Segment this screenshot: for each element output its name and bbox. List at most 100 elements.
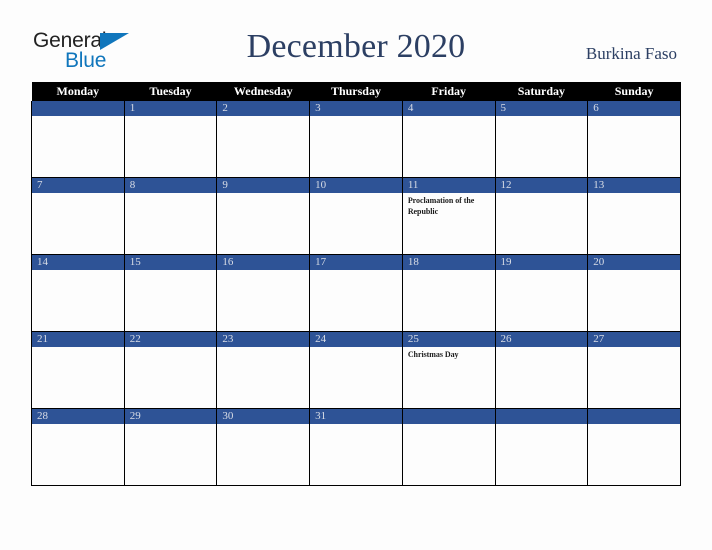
calendar-day-cell[interactable]: 4 (401, 101, 496, 178)
day-number: 14 (32, 255, 124, 270)
calendar-day-cell[interactable]: 21 (31, 331, 125, 409)
day-events (310, 193, 402, 196)
weekday-header-sunday: Sunday (587, 82, 681, 101)
day-events (588, 347, 680, 350)
calendar-day-cell[interactable] (31, 101, 125, 178)
day-number (495, 409, 588, 424)
calendar-day-cell[interactable]: 10 (309, 177, 403, 255)
day-number: 20 (588, 255, 680, 270)
day-cell-content: 29 (124, 409, 217, 485)
day-cell-content: 13 (588, 178, 680, 254)
calendar-day-cell[interactable]: 17 (309, 254, 403, 332)
calendar-day-cell[interactable]: 11 Proclamation of the Republic (401, 177, 496, 255)
calendar-day-cell[interactable]: 27 (587, 331, 681, 409)
day-number: 25 (402, 332, 495, 347)
day-number: 9 (217, 178, 310, 193)
page-header: General Blue December 2020 Burkina Faso (0, 0, 712, 78)
calendar-day-cell[interactable]: 20 (587, 254, 681, 332)
day-cell-content: 20 (588, 255, 680, 331)
day-events (32, 270, 124, 273)
calendar-day-cell[interactable]: 24 (309, 331, 403, 409)
calendar-day-cell[interactable]: 31 (309, 408, 403, 486)
weekday-header-tuesday: Tuesday (124, 82, 217, 101)
calendar-day-cell[interactable]: 14 (31, 254, 125, 332)
day-number: 10 (310, 178, 402, 193)
day-cell-content: 4 (402, 101, 495, 177)
day-events (125, 270, 217, 273)
calendar-day-cell[interactable]: 2 (216, 101, 311, 178)
day-cell-content: 11 Proclamation of the Republic (402, 178, 495, 254)
day-events (310, 424, 402, 427)
calendar-day-cell[interactable]: 3 (309, 101, 403, 178)
day-events (125, 424, 217, 427)
day-number: 19 (495, 255, 588, 270)
calendar-day-cell[interactable] (401, 408, 496, 486)
day-cell-content (588, 409, 680, 485)
day-events (588, 424, 680, 427)
weekday-header-wednesday: Wednesday (216, 82, 310, 101)
day-number: 1 (124, 101, 217, 116)
day-events (310, 347, 402, 350)
calendar-day-cell[interactable]: 5 (494, 101, 589, 178)
day-events (403, 116, 495, 119)
day-cell-content: 7 (32, 178, 124, 254)
day-cell-content: 6 (588, 101, 680, 177)
calendar-day-cell[interactable]: 25 Christmas Day (401, 331, 496, 409)
day-events (588, 116, 680, 119)
day-events (496, 193, 588, 196)
day-cell-content: 9 (217, 178, 310, 254)
calendar-day-cell[interactable]: 16 (216, 254, 311, 332)
day-cell-content: 24 (310, 332, 402, 408)
day-cell-content: 3 (310, 101, 402, 177)
calendar-day-cell[interactable]: 29 (123, 408, 218, 486)
day-number (588, 409, 680, 424)
day-cell-content: 30 (217, 409, 310, 485)
calendar-day-cell[interactable]: 6 (587, 101, 681, 178)
day-number (402, 409, 495, 424)
day-number (32, 101, 124, 116)
day-cell-content (32, 101, 124, 177)
calendar-day-cell[interactable] (494, 408, 589, 486)
calendar-day-cell[interactable]: 8 (123, 177, 218, 255)
day-number: 24 (310, 332, 402, 347)
day-number: 7 (32, 178, 124, 193)
day-number: 4 (402, 101, 495, 116)
day-cell-content: 17 (310, 255, 402, 331)
calendar-day-cell[interactable]: 19 (494, 254, 589, 332)
calendar-day-cell[interactable]: 28 (31, 408, 125, 486)
day-events (496, 424, 588, 427)
calendar-day-cell[interactable]: 26 (494, 331, 589, 409)
day-cell-content: 23 (217, 332, 310, 408)
day-events (217, 270, 309, 273)
calendar-day-cell[interactable]: 22 (123, 331, 218, 409)
calendar-week-row: 123456 (31, 101, 681, 178)
day-number: 23 (217, 332, 310, 347)
calendar-day-cell[interactable]: 15 (123, 254, 218, 332)
calendar-day-cell[interactable]: 12 (494, 177, 589, 255)
calendar-day-cell[interactable]: 1 (123, 101, 218, 178)
day-number: 15 (124, 255, 217, 270)
day-cell-content: 31 (310, 409, 402, 485)
day-number: 8 (124, 178, 217, 193)
day-events (217, 193, 309, 196)
day-number: 30 (217, 409, 310, 424)
day-number: 11 (402, 178, 495, 193)
calendar-body: 1 2 3 4 5 6 7 8 9 10 11 Proclamation of the Republi… (31, 101, 681, 486)
holiday-event: Christmas Day (407, 350, 459, 359)
calendar-day-cell[interactable] (587, 408, 681, 486)
day-cell-content (495, 409, 588, 485)
calendar-day-cell[interactable]: 30 (216, 408, 311, 486)
calendar-page: General Blue December 2020 Burkina Faso … (0, 0, 712, 550)
calendar-day-cell[interactable]: 9 (216, 177, 311, 255)
day-cell-content: 15 (124, 255, 217, 331)
calendar-day-cell[interactable]: 18 (401, 254, 496, 332)
day-events (217, 424, 309, 427)
calendar-day-cell[interactable]: 7 (31, 177, 125, 255)
calendar-week-row: 21 22 23 24 25 Christmas Day 26 27 (31, 331, 681, 409)
day-events (588, 193, 680, 196)
calendar-day-cell[interactable]: 23 (216, 331, 311, 409)
day-events (32, 193, 124, 196)
day-number: 3 (310, 101, 402, 116)
calendar-day-cell[interactable]: 13 (587, 177, 681, 255)
weekday-header-saturday: Saturday (495, 82, 588, 101)
